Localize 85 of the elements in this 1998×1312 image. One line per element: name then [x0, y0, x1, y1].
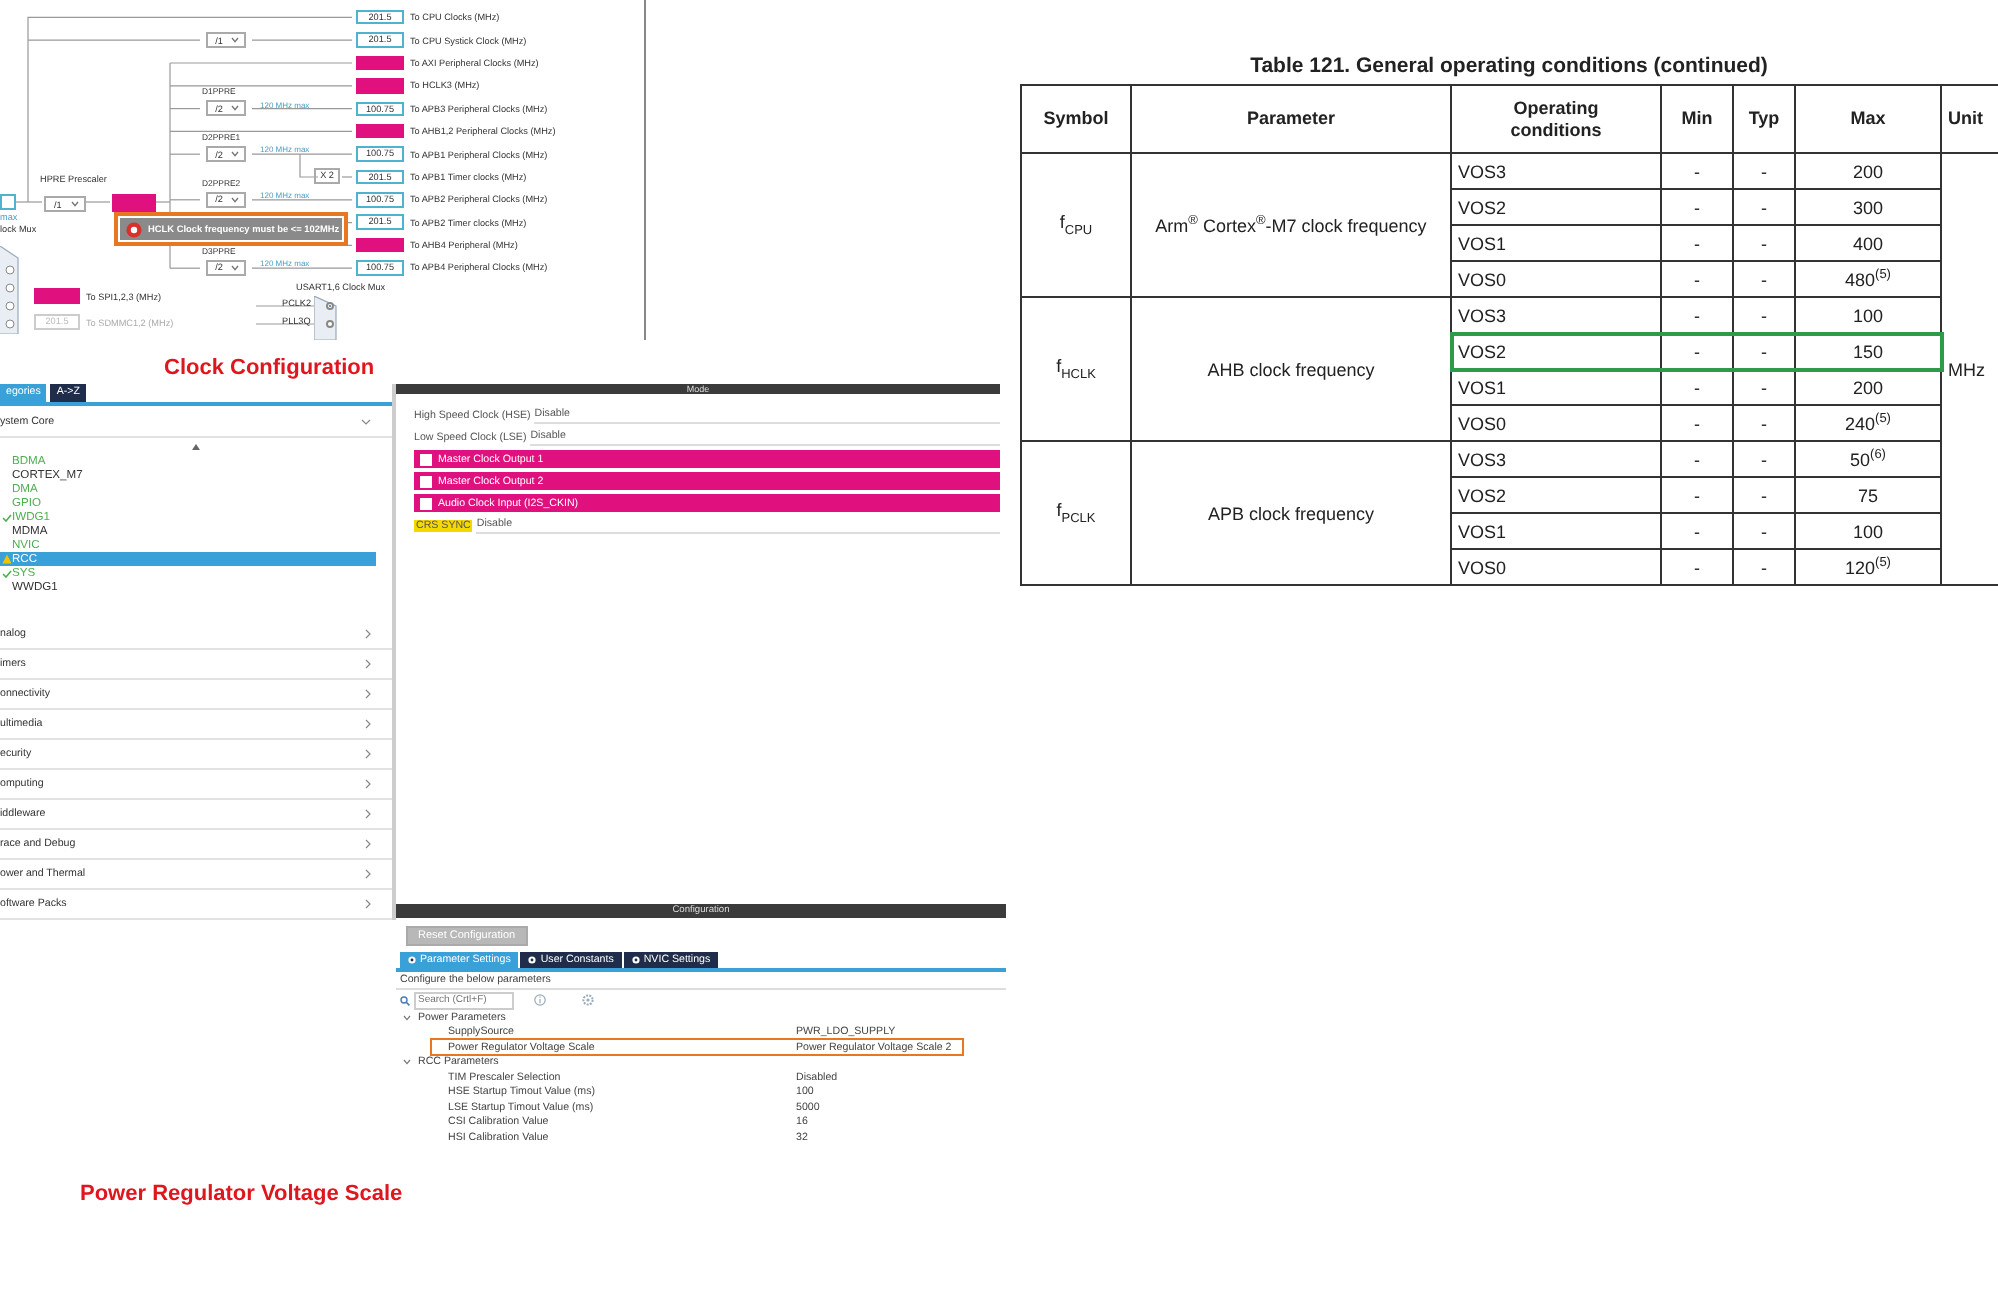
radio-button[interactable] [326, 302, 334, 310]
connector-line [255, 323, 315, 325]
table-cell: AHB clock frequency [1131, 297, 1451, 441]
chevron-right-icon [364, 898, 372, 910]
circle-icon [408, 956, 416, 964]
table-cell: - [1661, 477, 1733, 513]
table-cell: - [1661, 369, 1733, 405]
table-cell: VOS3 [1451, 441, 1661, 477]
caret-icon [69, 200, 80, 208]
chevron-right-icon [364, 868, 372, 880]
table-cell: f$_{PCLK}$ [1021, 441, 1131, 585]
table-cell: - [1661, 153, 1733, 189]
chevron-right-icon [364, 628, 372, 640]
table-title: Table 121. General operating conditions (continued) [1248, 54, 1770, 82]
mux-drawing [314, 296, 337, 340]
table-cell: Arm$^{®}$ Cortex$^{®}$-M7 clock frequency [1131, 153, 1451, 297]
table-cell: - [1661, 441, 1733, 477]
column-header: Typ [1733, 85, 1795, 153]
chevron-right-icon [364, 778, 372, 790]
table-cell: VOS1 [1451, 513, 1661, 549]
column-header: Unit [1941, 85, 1998, 153]
chevron-right-icon [364, 838, 372, 850]
table-cell: VOS1 [1451, 225, 1661, 261]
column-header: Min [1661, 85, 1733, 153]
table-cell: - [1733, 189, 1795, 225]
table-cell: VOS3 [1451, 153, 1661, 189]
chevron-down-icon [402, 1013, 412, 1022]
radio-button[interactable] [326, 320, 334, 328]
caret-icon [230, 195, 241, 204]
table-cell: - [1733, 261, 1795, 297]
column-header: Operating conditions [1451, 85, 1661, 153]
caption-text: Power Regulator Voltage Scale [80, 1181, 403, 1205]
table-cell: - [1733, 369, 1795, 405]
error-icon [126, 221, 142, 237]
table-cell: f$_{HCLK}$ [1021, 297, 1131, 441]
table-cell: - [1733, 477, 1795, 513]
checkbox[interactable] [420, 453, 432, 465]
table-cell: - [1733, 441, 1795, 477]
caret-icon [230, 36, 241, 45]
table-cell: VOS0 [1451, 405, 1661, 441]
caption-text: Clock Configuration [164, 356, 375, 380]
table-cell: VOS1 [1451, 369, 1661, 405]
connector-line [255, 305, 315, 307]
input-box [0, 194, 16, 210]
checkbox[interactable] [420, 475, 432, 487]
chevron-right-icon [364, 748, 372, 760]
table-cell: VOS2 [1451, 189, 1661, 225]
table-cell: APB clock frequency [1131, 441, 1451, 585]
table-cell: - [1733, 513, 1795, 549]
table-cell: - [1661, 189, 1733, 225]
chevron-down-icon [360, 417, 372, 425]
circle-icon [631, 956, 640, 964]
chevron-down-icon [402, 1058, 412, 1067]
table-cell: - [1661, 261, 1733, 297]
table-cell: 200 [1795, 153, 1941, 189]
info-icon [534, 994, 546, 1006]
table-cell: VOS0 [1451, 549, 1661, 585]
mux-drawing [0, 246, 19, 334]
table-cell: - [1733, 153, 1795, 189]
chevron-right-icon [364, 658, 372, 670]
checkbox[interactable] [420, 497, 432, 509]
column-header: Symbol [1021, 85, 1131, 153]
column-header: Max [1795, 85, 1941, 153]
table-cell: - [1733, 225, 1795, 261]
table-cell: VOS2 [1451, 477, 1661, 513]
table-cell: f$_{CPU}$ [1021, 153, 1131, 297]
table-cell: - [1661, 513, 1733, 549]
chevron-right-icon [364, 688, 372, 700]
caret-icon [230, 104, 241, 113]
table-cell: VOS0 [1451, 261, 1661, 297]
up-arrow-icon [192, 443, 200, 449]
gear-icon [582, 994, 594, 1006]
connector-line [251, 267, 353, 269]
circle-icon [528, 956, 537, 964]
table-cell: - [1733, 549, 1795, 585]
table-cell: - [1661, 405, 1733, 441]
chevron-right-icon [364, 718, 372, 730]
caret-icon [230, 263, 241, 272]
table-cell: - [1661, 225, 1733, 261]
caret-icon [230, 150, 241, 159]
column-header: Parameter [1131, 85, 1451, 153]
chevron-right-icon [364, 808, 372, 820]
search-icon [400, 995, 410, 1005]
table-cell: - [1733, 405, 1795, 441]
table-cell: - [1661, 549, 1733, 585]
